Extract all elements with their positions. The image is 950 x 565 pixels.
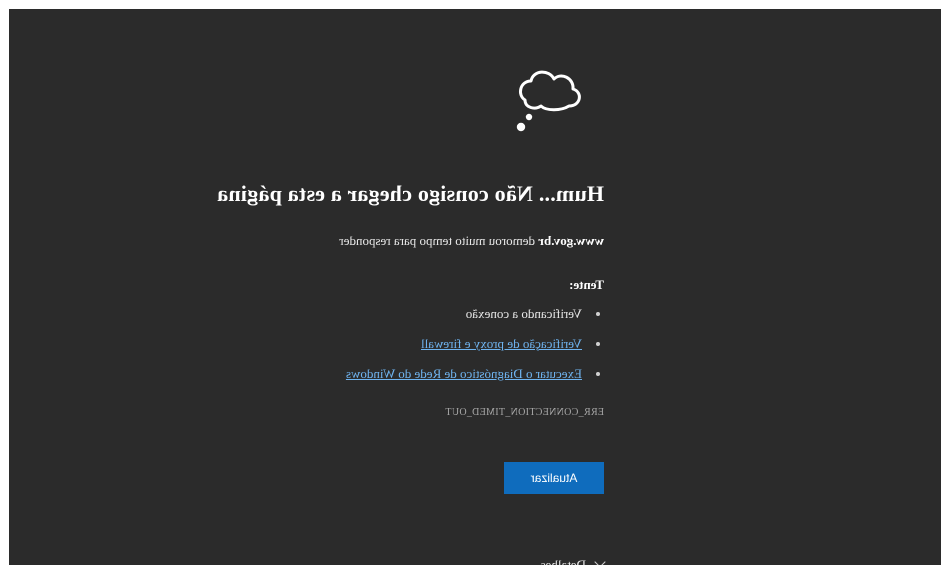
bullet [596,372,600,376]
suggestion-label: Verificando a conexão [465,306,582,321]
error-message: demorou muito tempo para responder [339,233,539,248]
refresh-button[interactable]: Atualizar [504,462,604,494]
site-domain: www.gov.br [538,233,604,248]
suggestion-check-connection: Verificando a conexão [346,299,604,329]
error-page: Hum... Não consigo chegar a esta página … [9,9,941,565]
details-toggle[interactable]: Detalhes [540,555,606,565]
chevron-down-icon[interactable] [594,556,606,565]
proxy-firewall-link[interactable]: Verificação de proxy e firewall [421,336,582,351]
page-title: Hum... Não consigo chegar a esta página [217,181,604,206]
details-label: Detalhes [540,557,586,565]
bullet [596,342,600,346]
suggestions-list: Verificando a conexão Verificação de pro… [346,299,604,389]
network-diagnostics-link[interactable]: Executar o Diagnóstico de Rede do Window… [346,366,582,381]
bullet [596,312,600,316]
browser-viewport: Hum... Não consigo chegar a esta página … [9,9,941,565]
error-code: ERR_CONNECTION_TIMED_OUT [445,407,604,418]
suggestion-check-proxy-firewall[interactable]: Verificação de proxy e firewall [346,329,604,359]
error-description: www.gov.br demorou muito tempo para resp… [339,233,604,249]
try-label: Tente: [569,277,604,292]
suggestion-network-diagnostics[interactable]: Executar o Diagnóstico de Rede do Window… [346,359,604,389]
cloud-icon [516,70,581,132]
